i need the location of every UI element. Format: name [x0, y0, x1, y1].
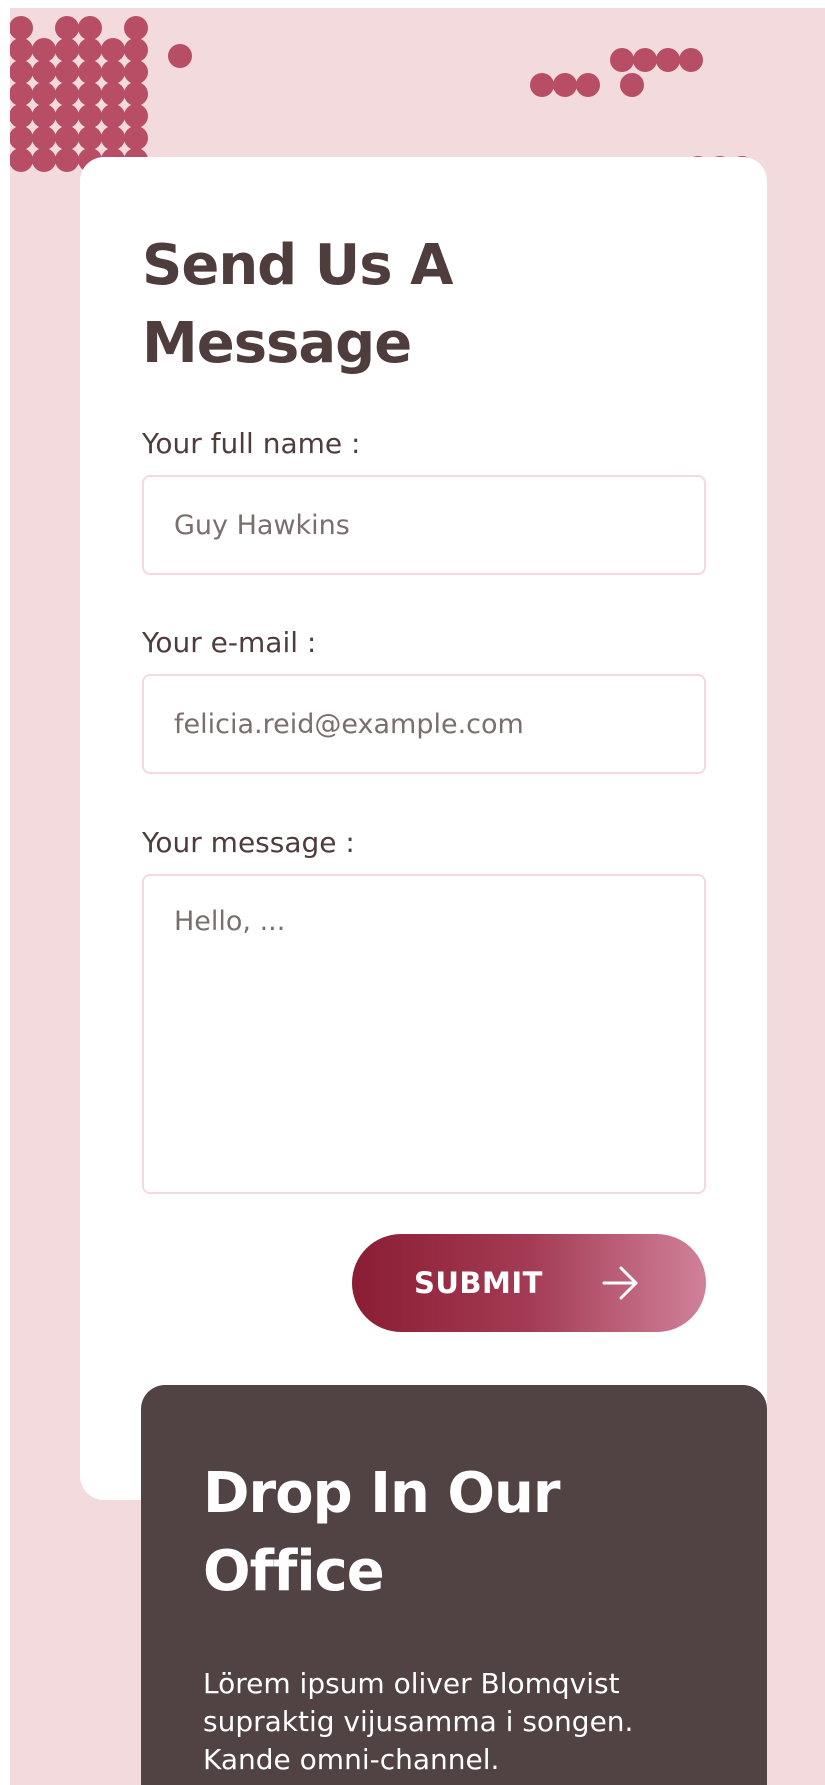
pattern-dot: [101, 60, 125, 84]
pattern-dot: [55, 104, 79, 128]
pattern-dot: [124, 104, 148, 128]
pattern-dot: [55, 38, 79, 62]
pattern-dot: [124, 60, 148, 84]
pattern-dot: [101, 104, 125, 128]
pattern-dot: [32, 60, 56, 84]
pattern-dot: [10, 104, 33, 128]
pattern-dot: [32, 148, 56, 172]
pattern-dot: [576, 73, 600, 97]
form-title: Send Us A Message: [142, 233, 453, 376]
pattern-dot: [32, 126, 56, 150]
pattern-dot: [10, 60, 33, 84]
contact-page: Send Us A Message Your full name : Your …: [10, 8, 825, 1785]
pattern-dot: [168, 44, 192, 68]
pattern-dot: [101, 38, 125, 62]
message-textarea[interactable]: [142, 874, 706, 1194]
pattern-dot: [553, 73, 577, 97]
pattern-dot: [101, 82, 125, 106]
pattern-dot: [32, 104, 56, 128]
pattern-dot: [10, 148, 33, 172]
office-description: Lörem ipsum oliver Blomqvist supraktig v…: [203, 1667, 634, 1776]
pattern-dot: [656, 48, 680, 72]
pattern-dot: [620, 73, 644, 97]
submit-button[interactable]: SUBMIT: [352, 1234, 706, 1332]
office-title: Drop In Our Office: [203, 1461, 560, 1604]
pattern-dot: [10, 126, 33, 150]
pattern-dot: [78, 60, 102, 84]
pattern-dot: [10, 16, 33, 40]
arrow-right-icon: [602, 1266, 638, 1300]
pattern-dot: [78, 104, 102, 128]
pattern-dot: [78, 38, 102, 62]
pattern-dot: [55, 16, 79, 40]
pattern-dot: [32, 82, 56, 106]
pattern-dot: [124, 126, 148, 150]
pattern-dot: [679, 48, 703, 72]
office-info-card: Drop In Our Office Lörem ipsum oliver Bl…: [141, 1385, 767, 1785]
pattern-dot: [10, 38, 33, 62]
pattern-dot: [78, 126, 102, 150]
pattern-dot: [101, 126, 125, 150]
submit-label: SUBMIT: [414, 1266, 543, 1300]
pattern-dot: [530, 73, 554, 97]
pattern-dot: [55, 82, 79, 106]
pattern-dot: [78, 16, 102, 40]
pattern-dot: [124, 16, 148, 40]
pattern-dot: [10, 82, 33, 106]
pattern-dot: [55, 126, 79, 150]
email-label: Your e-mail :: [142, 626, 317, 659]
email-input[interactable]: [142, 674, 706, 774]
pattern-dot: [55, 148, 79, 172]
pattern-dot: [124, 82, 148, 106]
message-label: Your message :: [142, 826, 355, 859]
contact-form-card: Send Us A Message Your full name : Your …: [80, 157, 767, 1500]
pattern-dot: [55, 60, 79, 84]
full-name-input[interactable]: [142, 475, 706, 575]
pattern-dot: [32, 38, 56, 62]
pattern-dot: [610, 48, 634, 72]
pattern-dot: [124, 38, 148, 62]
pattern-dot: [633, 48, 657, 72]
full-name-label: Your full name :: [142, 427, 361, 460]
pattern-dot: [78, 82, 102, 106]
